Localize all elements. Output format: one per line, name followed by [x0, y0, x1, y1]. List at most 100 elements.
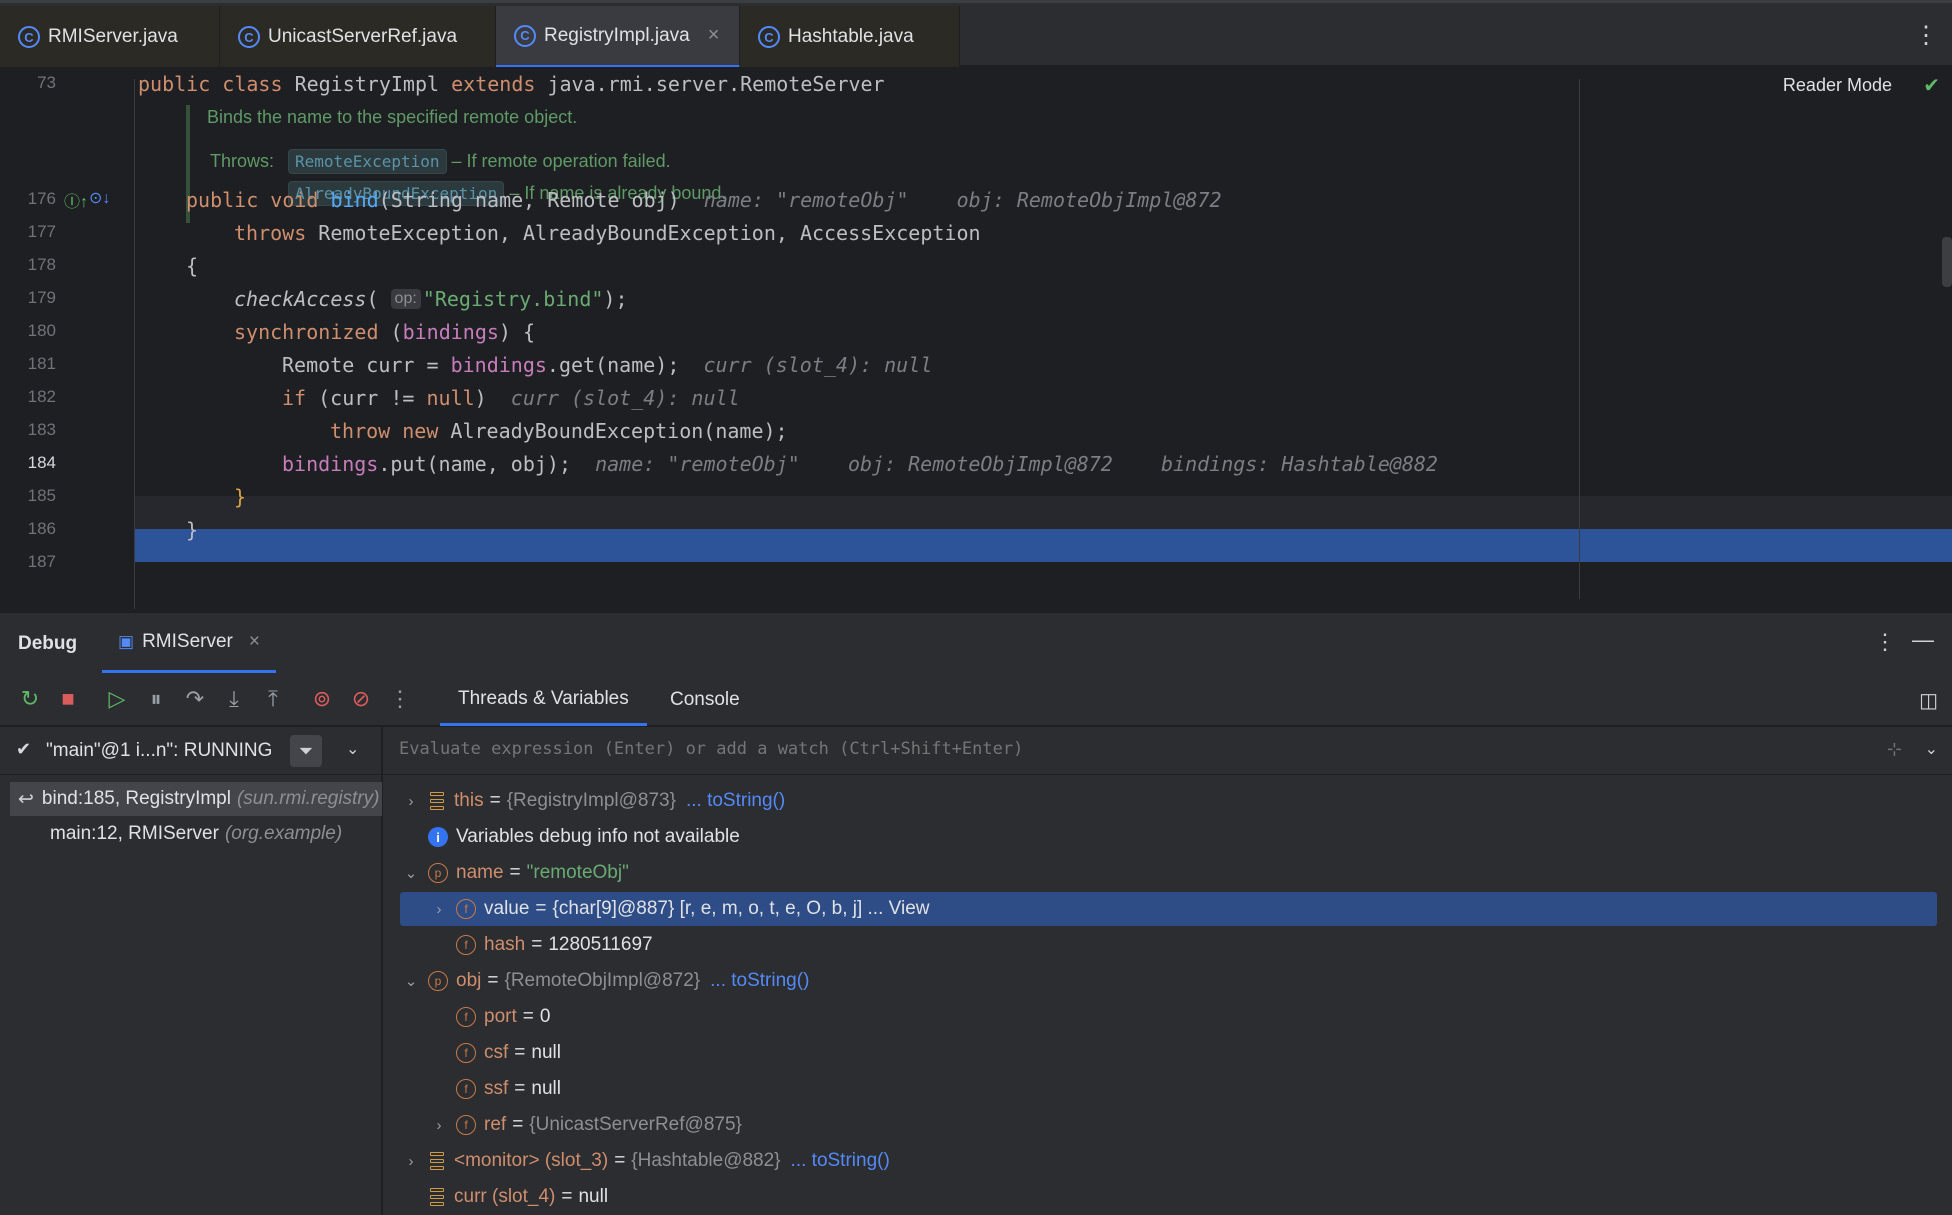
class-file-icon: C [514, 24, 536, 47]
chevron-right-icon[interactable]: › [428, 901, 450, 918]
step-into-icon[interactable]: ⤓ [220, 686, 248, 712]
evaluate-expression-input[interactable] [399, 739, 1819, 759]
code-line-183: throw new AlreadyBoundException(name); [330, 418, 788, 443]
debug-session-tab[interactable]: ▣ RMIServer × [102, 613, 276, 673]
class-name: RegistryImpl [294, 71, 440, 96]
tab-label: UnicastServerRef.java [268, 26, 458, 47]
thread-selector[interactable]: ✔ "main"@1 i...n": RUNNING ⏷ ⌄ [0, 727, 382, 775]
variable-row[interactable]: f csf = null [456, 1036, 561, 1070]
variable-row[interactable]: f ssf = null [456, 1072, 561, 1106]
variable-row[interactable]: › f ref = {UnicastServerRef@875} [428, 1108, 742, 1142]
close-icon[interactable]: × [708, 24, 720, 47]
variable-row[interactable]: › this = {RegistryImpl@873} ... toString… [400, 784, 786, 818]
variables-panel: ⊹ ⌄ › this = {RegistryImpl@873} ... toSt… [383, 727, 1952, 1215]
stop-icon[interactable]: ■ [54, 686, 82, 712]
variable-row-selected[interactable]: › f value = {char[9]@887} [r, e, m, o, t… [400, 892, 1937, 926]
frame-package: (org.example) [224, 823, 343, 844]
thread-status-check-icon: ✔ [16, 739, 32, 759]
mute-breakpoints-icon[interactable]: ⊘ [347, 686, 375, 712]
overridden-method-icon[interactable]: ⊙↓ [89, 188, 110, 208]
variable-row[interactable]: ⌄ p name = "remoteObj" [400, 856, 629, 890]
chevron-down-icon[interactable]: ⌄ [400, 972, 422, 990]
tab-registryimpl[interactable]: C RegistryImpl.java × [496, 6, 740, 68]
chevron-right-icon[interactable]: › [428, 1117, 450, 1134]
editor-scrollbar[interactable] [1942, 237, 1952, 287]
more-options-icon[interactable]: ⋮ [1914, 21, 1938, 50]
more-options-icon[interactable]: ⋮ [1874, 629, 1896, 655]
chevron-down-icon[interactable]: ⌄ [400, 864, 422, 882]
frame-package: (sun.rmi.registry) [236, 788, 380, 809]
frames-panel: ✔ "main"@1 i...n": RUNNING ⏷ ⌄ ↩ bind:18… [0, 727, 382, 1215]
variable-name: csf [484, 1042, 509, 1063]
close-icon[interactable]: × [249, 631, 260, 653]
code-editor[interactable]: 73 public class RegistryImpl extends jav… [0, 67, 1952, 612]
filter-icon[interactable]: ⏷ [290, 735, 322, 767]
code-line-182: if (curr != null) curr (slot_4): null [282, 385, 740, 410]
variable-value: {RegistryImpl@873} [506, 790, 676, 811]
tab-rmiserver[interactable]: C RMIServer.java [0, 6, 220, 68]
tab-console[interactable]: Console [652, 674, 758, 726]
parameter-hint: op: [390, 288, 421, 309]
tab-threads-variables[interactable]: Threads & Variables [440, 674, 647, 726]
to-string-link[interactable]: ... toString() [791, 1150, 890, 1172]
field-icon: f [456, 1115, 476, 1135]
step-out-icon[interactable]: ⤒ [259, 686, 287, 712]
stack-variable-icon [428, 791, 446, 811]
info-icon: i [428, 827, 448, 847]
stack-frame[interactable]: main:12, RMIServer (org.example) [10, 817, 382, 851]
tab-unicastserverref[interactable]: C UnicastServerRef.java [220, 6, 496, 68]
chevron-down-icon[interactable]: ⌄ [346, 739, 359, 759]
inline-debug-value: name: "remoteObj" obj: RemoteObjImpl@872 [703, 187, 1222, 212]
resume-icon[interactable]: ▷ [103, 686, 131, 712]
to-string-link[interactable]: ... toString() [710, 970, 809, 992]
stack-frame[interactable]: ↩ bind:185, RegistryImpl (sun.rmi.regist… [10, 782, 382, 816]
line-number: 177 [27, 222, 56, 241]
gutter-separator [134, 79, 135, 609]
variable-name: ssf [484, 1078, 509, 1099]
variable-name: this [454, 790, 484, 811]
superclass-name: java.rmi.server.RemoteServer [547, 71, 885, 96]
exception-link[interactable]: RemoteException [288, 149, 447, 174]
variable-row[interactable]: f port = 0 [456, 1000, 550, 1034]
variable-value: 1280511697 [548, 934, 653, 955]
chevron-down-icon[interactable]: ⌄ [1925, 739, 1938, 759]
rerun-icon[interactable]: ↻ [16, 686, 44, 712]
keyword: public [138, 71, 211, 96]
variable-row[interactable]: curr (slot_4) = null [428, 1180, 608, 1214]
variable-name: <monitor> (slot_3) [454, 1150, 609, 1171]
variable-value: {char[9]@887} [r, e, m, o, t, e, O, b, j… [552, 898, 930, 919]
pause-icon[interactable]: ⏸ [142, 686, 170, 712]
minimize-icon[interactable]: — [1912, 627, 1934, 653]
checkmark-icon: ✔ [1923, 75, 1940, 97]
chevron-right-icon[interactable]: › [400, 1153, 422, 1170]
variable-value: null [578, 1186, 609, 1207]
line-number: 182 [27, 387, 56, 406]
class-file-icon: C [758, 26, 780, 48]
frame-method: bind:185, RegistryImpl [41, 788, 231, 809]
field-icon: f [456, 935, 476, 955]
more-options-icon[interactable]: ⋮ [386, 686, 414, 712]
info-text: Variables debug info not available [456, 826, 740, 847]
step-over-icon[interactable]: ↷ [181, 686, 209, 712]
chevron-right-icon[interactable]: › [400, 793, 422, 810]
variable-name: name [456, 862, 504, 883]
field-icon: f [456, 899, 476, 919]
code-line-184: bindings .put(name, obj); name: "remoteOb… [282, 451, 1438, 476]
parameter-icon: p [428, 863, 448, 883]
variable-value: 0 [539, 1006, 551, 1027]
add-watch-icon[interactable]: ⊹ [1887, 739, 1902, 760]
variable-row[interactable]: ⌄ p obj = {RemoteObjImpl@872} ... toStri… [400, 964, 809, 998]
implements-method-icon[interactable]: Ⓘ↑ [64, 188, 88, 212]
stack-variable-icon [428, 1151, 446, 1171]
variable-row[interactable]: f hash = 1280511697 [456, 928, 653, 962]
reader-mode-button[interactable]: Reader Mode [1783, 75, 1892, 96]
to-string-link[interactable]: ... toString() [686, 790, 785, 812]
stack-variable-icon [428, 1187, 446, 1207]
view-breakpoints-icon[interactable]: ⊚ [308, 686, 336, 712]
variable-value: null [531, 1042, 561, 1063]
keyword: class [222, 71, 283, 96]
layout-settings-icon[interactable]: ◫ [1919, 688, 1938, 713]
variable-row[interactable]: › <monitor> (slot_3) = {Hashtable@882} .… [400, 1144, 890, 1178]
tab-hashtable[interactable]: C Hashtable.java [740, 6, 960, 68]
execution-point-highlight [135, 529, 1952, 562]
